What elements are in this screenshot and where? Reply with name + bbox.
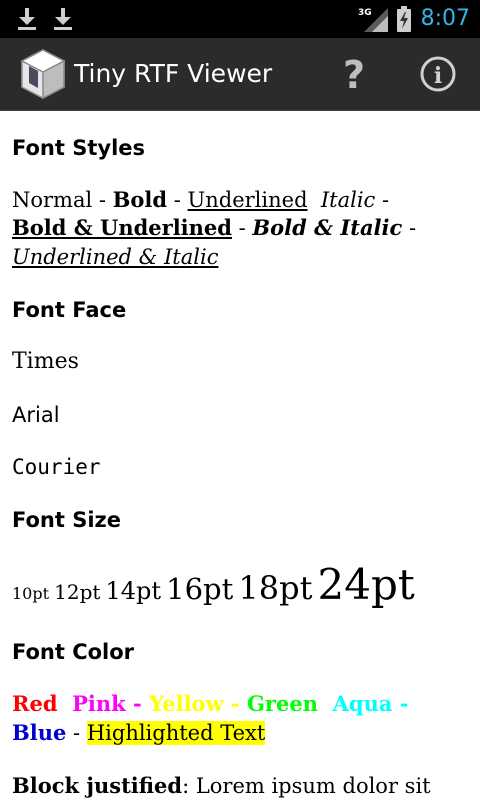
colors-line-1: Red Pink - Yellow - Green Aqua -	[12, 690, 409, 718]
separator: -	[167, 188, 188, 212]
style-normal: Normal	[12, 188, 93, 212]
style-underlined-italic: Underlined & Italic	[12, 245, 219, 269]
font-size-samples: 10pt 12pt 14pt 16pt 18pt 24pt	[12, 560, 415, 609]
size-12pt: 12pt	[54, 580, 101, 604]
font-face-heading: Font Face	[12, 298, 127, 322]
styles-line-2: Bold & Underlined - Bold & Italic -	[12, 214, 416, 242]
network-type: 3G	[358, 8, 372, 18]
size-18pt: 18pt	[238, 569, 313, 607]
style-italic: Italic	[320, 188, 376, 212]
download-icon	[54, 8, 72, 30]
battery-icon	[397, 6, 411, 32]
font-styles-heading: Font Styles	[12, 136, 146, 160]
font-size-heading: Font Size	[12, 508, 122, 532]
action-bar: Tiny RTF Viewer ? i	[0, 38, 480, 111]
size-24pt: 24pt	[317, 560, 415, 609]
justified-text: : Lorem ipsum dolor sit	[182, 774, 431, 798]
info-icon[interactable]: i	[416, 52, 460, 96]
size-16pt: 16pt	[166, 572, 234, 606]
styles-line-1: Normal - Bold - Underlined Italic -	[12, 186, 389, 214]
svg-text:i: i	[434, 63, 442, 89]
style-bold-italic: Bold & Italic	[252, 215, 403, 240]
style-bold: Bold	[112, 187, 168, 212]
separator: -	[92, 188, 113, 212]
color-dash: -	[133, 691, 142, 716]
face-times: Times	[12, 349, 79, 374]
color-yellow-text: Yellow	[149, 691, 224, 716]
color-pink-text: Pink	[72, 691, 126, 716]
color-aqua-text: Aqua	[332, 691, 393, 716]
face-arial: Arial	[12, 403, 60, 427]
separator: -	[375, 188, 390, 212]
svg-text:?: ?	[343, 53, 365, 96]
style-underlined: Underlined	[187, 188, 308, 212]
justified-label: Block justified	[12, 773, 183, 798]
highlighted-text: Highlighted Text	[86, 721, 266, 745]
size-14pt: 14pt	[105, 577, 162, 605]
justified-line: Block justified: Lorem ipsum dolor sit	[12, 772, 431, 800]
separator: -	[402, 216, 417, 240]
clock-time: 8:07	[420, 6, 470, 31]
signal-icon: 3G	[358, 8, 388, 32]
color-dash: -	[73, 721, 81, 745]
colors-line-2: Blue - Highlighted Text	[12, 719, 266, 747]
font-color-heading: Font Color	[12, 640, 135, 664]
color-red-text: Red	[12, 691, 58, 716]
color-dash: -	[399, 691, 409, 716]
separator: -	[231, 216, 253, 240]
download-icon	[18, 8, 36, 30]
status-bar: 3G 8:07	[0, 0, 480, 38]
style-bold-underlined: Bold & Underlined	[12, 215, 232, 240]
face-courier: Courier	[12, 455, 101, 479]
app-logo-icon	[20, 49, 66, 100]
color-green-text: Green	[246, 691, 318, 716]
color-dash: -	[230, 691, 240, 716]
styles-line-3: Underlined & Italic	[12, 243, 218, 271]
color-blue-text: Blue	[12, 720, 67, 745]
help-icon[interactable]: ?	[332, 52, 376, 96]
app-title: Tiny RTF Viewer	[74, 59, 273, 88]
size-10pt: 10pt	[12, 584, 50, 603]
